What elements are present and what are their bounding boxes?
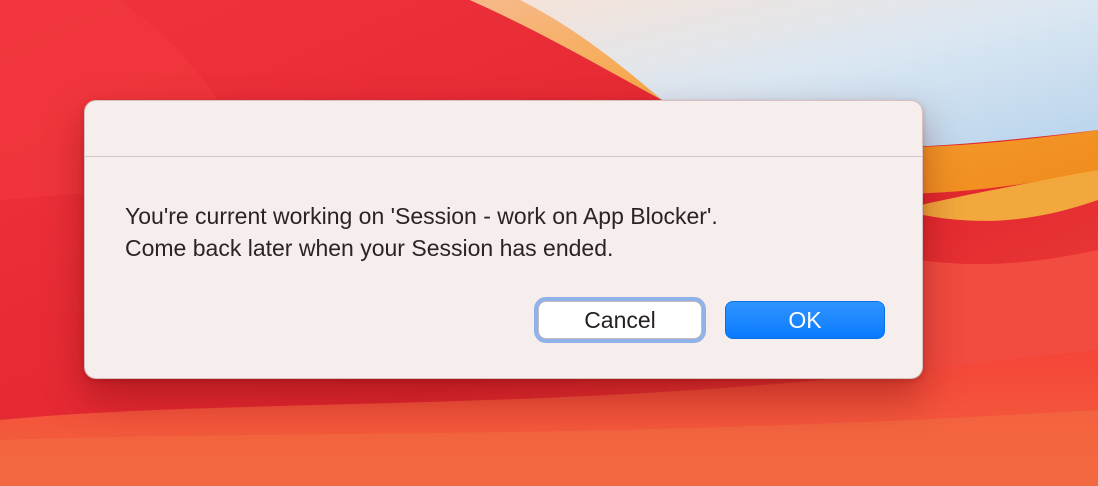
- dialog-message: You're current working on 'Session - wor…: [125, 200, 885, 264]
- dialog-titlebar: [85, 101, 922, 157]
- message-line-2: Come back later when your Session has en…: [125, 235, 614, 261]
- cancel-button[interactable]: Cancel: [538, 301, 702, 339]
- alert-dialog: You're current working on 'Session - wor…: [84, 100, 923, 379]
- ok-button[interactable]: OK: [725, 301, 885, 339]
- message-line-1: You're current working on 'Session - wor…: [125, 203, 718, 229]
